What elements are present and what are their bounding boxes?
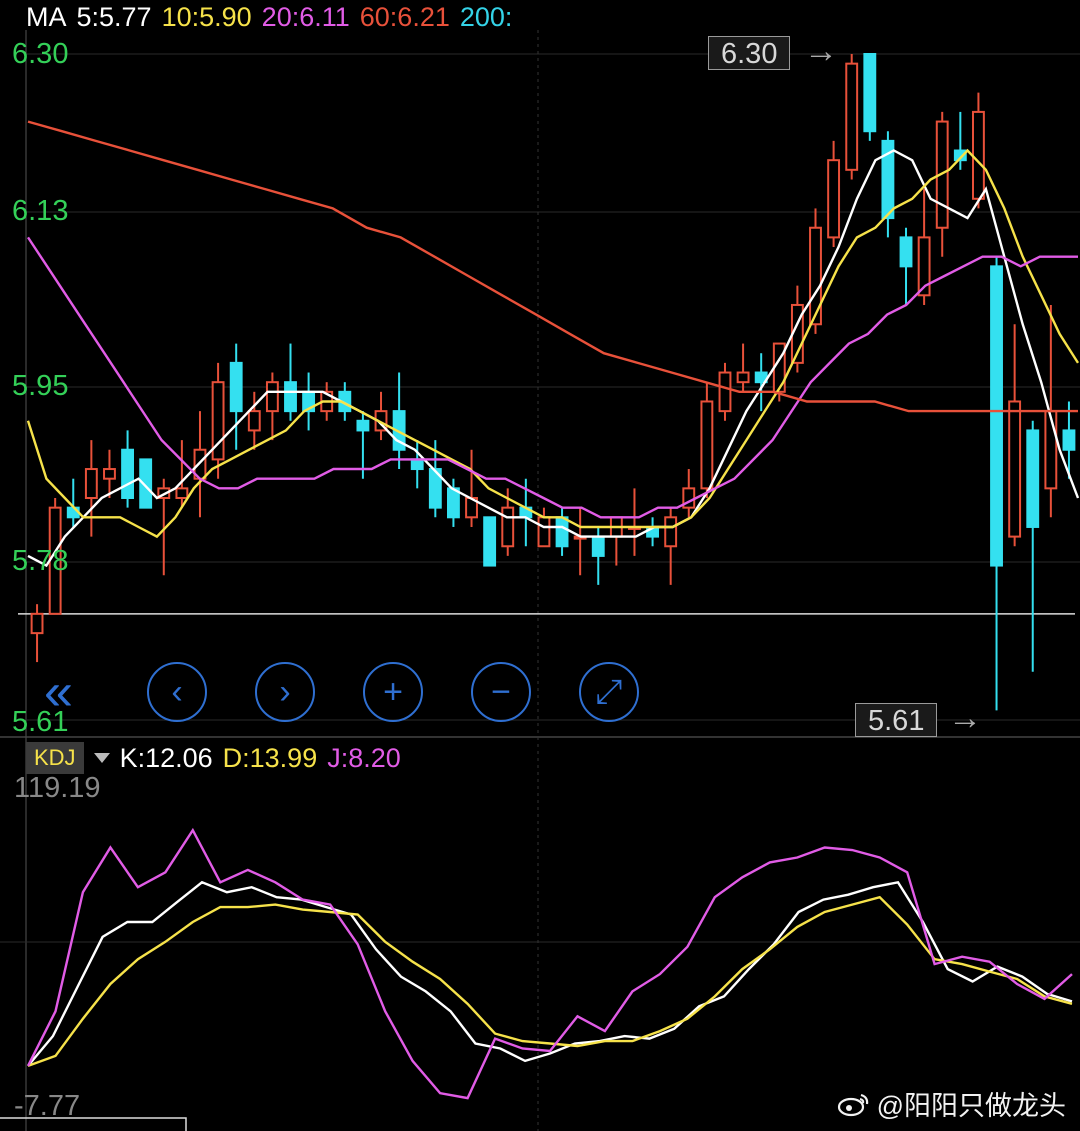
candle-body-18 [356, 419, 370, 432]
candle-body-52 [972, 110, 985, 200]
scroll-back-button[interactable]: « [44, 664, 94, 720]
candle-body-38 [718, 371, 732, 413]
low-arrow-icon: → [948, 699, 982, 737]
zoom-out-button[interactable]: − [471, 662, 531, 722]
candle-body-31 [591, 535, 605, 557]
candle-body-53 [990, 265, 1003, 567]
kdj-selector[interactable]: KDJ [26, 742, 84, 774]
kdj-j-value: J:8.20 [327, 742, 401, 773]
price-tick-1: 6.13 [12, 195, 69, 227]
kdj-k-value: K:12.06 [119, 742, 213, 773]
price-tick-3: 5.78 [12, 545, 69, 577]
next-button[interactable]: › [255, 662, 315, 722]
candle-body-14 [284, 381, 297, 413]
candle-body-5 [121, 448, 135, 500]
candle-body-29 [555, 516, 569, 548]
candle-body-13 [265, 381, 279, 413]
zoom-in-button[interactable]: + [363, 662, 423, 722]
candle-body-21 [410, 458, 424, 471]
candle-body-28 [537, 516, 551, 548]
candle-body-35 [664, 516, 678, 548]
candle-body-55 [1026, 429, 1040, 528]
candle-body-56 [1044, 410, 1058, 490]
kdj-line-D [27, 895, 1073, 1068]
candle-body-4 [103, 468, 116, 480]
candle-body-54 [1008, 400, 1022, 538]
candle-body-45 [845, 62, 859, 171]
kdj-tick-max: 119.19 [14, 772, 101, 804]
candle-body-44 [827, 159, 841, 239]
high-price-callout: 6.30 [708, 36, 791, 70]
fullscreen-button[interactable]: ⤢ [579, 662, 639, 722]
watermark-text: @阳阳只做龙头 [876, 1091, 1066, 1121]
candle-body-12 [247, 410, 261, 432]
candle-body-26 [501, 506, 515, 548]
kdj-line-K [27, 880, 1073, 1067]
low-price-callout: 5.61 [855, 703, 938, 737]
prev-button[interactable]: ‹ [147, 662, 207, 722]
kdj-line-J [26, 827, 1073, 1100]
weibo-icon [837, 1093, 868, 1116]
candle-body-39 [736, 371, 750, 384]
candle-body-11 [229, 361, 243, 413]
candle-body-0 [30, 612, 44, 635]
weibo-watermark: @阳阳只做龙头 [837, 1084, 1066, 1123]
ma-legend-item-0: MA [26, 2, 67, 32]
candle-body-8 [175, 487, 189, 500]
high-arrow-icon: → [804, 32, 838, 70]
candle-body-3 [84, 468, 98, 500]
ma-legend-item-5: 200: [459, 2, 513, 32]
kdj-tick-min: -7.77 [14, 1090, 81, 1122]
ma-legend: MA 5:5.77 10:5.90 20:6.11 60:6.21 200: [26, 2, 522, 33]
candle-body-25 [483, 516, 497, 567]
price-tick-2: 5.95 [12, 370, 69, 402]
candle-body-57 [1062, 429, 1076, 451]
price-tick-0: 6.30 [12, 38, 69, 70]
ma-legend-item-3: 20:6.11 [261, 2, 350, 32]
candle-body-23 [447, 487, 460, 519]
candle-body-43 [809, 226, 822, 326]
candlestick-chart[interactable] [0, 0, 1080, 1131]
candle-body-46 [863, 53, 877, 133]
candle-body-48 [899, 236, 913, 268]
ma-legend-item-1: 5:5.77 [76, 2, 152, 32]
candle-body-37 [700, 400, 714, 490]
kdj-d-value: D:13.99 [222, 742, 318, 773]
chart-stage: MA 5:5.77 10:5.90 20:6.11 60:6.21 200: 6.30 6… [0, 0, 1080, 1131]
ma-legend-item-4: 60:6.21 [359, 2, 450, 32]
ma-legend-item-2: 10:5.90 [161, 2, 252, 32]
kdj-legend: KDJ K:12.06 D:13.99 J:8.20 [26, 740, 411, 776]
dropdown-icon[interactable] [93, 753, 110, 763]
